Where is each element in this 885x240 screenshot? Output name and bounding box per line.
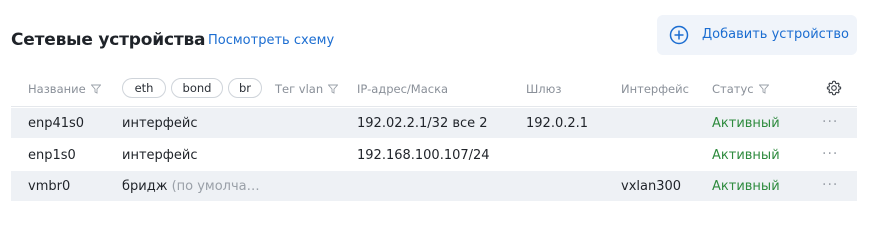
cell-type-note: (по умолча… — [171, 179, 260, 194]
column-vlan-tag[interactable]: Тег vlan — [275, 82, 339, 96]
cell-interface: vxlan300 — [621, 179, 682, 194]
funnel-icon[interactable] — [328, 84, 339, 94]
page-header: Сетевые устройства Посмотреть схему Доба… — [0, 0, 885, 70]
view-scheme-link[interactable]: Посмотреть схему — [208, 33, 334, 48]
column-gateway: Шлюз — [526, 82, 562, 96]
row-more-icon[interactable]: ··· — [822, 114, 838, 130]
filter-chip-eth[interactable]: eth — [122, 78, 166, 98]
table-header: Название eth bond br Тег vlan IP-адрес/М… — [11, 75, 857, 107]
cell-type: интерфейс — [122, 148, 198, 163]
cell-type: бридж (по умолча… — [122, 179, 260, 194]
column-status-label: Статус — [712, 82, 754, 96]
add-device-label: Добавить устройство — [702, 27, 849, 42]
column-interface: Интерфейс — [621, 82, 689, 96]
cell-type-label: бридж — [122, 179, 168, 194]
status-badge: Активный — [712, 116, 780, 131]
status-badge: Активный — [712, 148, 780, 163]
table-row[interactable]: enp1s0 интерфейс 192.168.100.107/24 Акти… — [11, 140, 857, 171]
cell-name: vmbr0 — [28, 179, 71, 194]
status-badge: Активный — [712, 179, 780, 194]
column-ip: IP-адрес/Маска — [357, 82, 449, 96]
table-row[interactable]: vmbr0 бридж (по умолча… vxlan300 Активны… — [11, 171, 857, 202]
cell-ip: 192.02.2.1/32 все 2 — [357, 116, 488, 131]
cell-name: enp41s0 — [28, 116, 85, 131]
plus-circle-icon — [669, 25, 689, 45]
add-device-button[interactable]: Добавить устройство — [657, 15, 857, 55]
column-name-label: Название — [28, 82, 86, 96]
row-more-icon[interactable]: ··· — [822, 146, 838, 162]
page-title: Сетевые устройства — [11, 30, 206, 50]
column-status[interactable]: Статус — [712, 82, 769, 96]
cell-name: enp1s0 — [28, 148, 76, 163]
column-vlan-tag-label: Тег vlan — [275, 82, 324, 96]
cell-type: интерфейс — [122, 116, 198, 131]
funnel-icon[interactable] — [758, 84, 769, 94]
row-more-icon[interactable]: ··· — [822, 177, 838, 193]
filter-chip-bond[interactable]: bond — [171, 78, 223, 98]
column-name[interactable]: Название — [28, 82, 101, 96]
funnel-icon[interactable] — [90, 84, 101, 94]
table-row[interactable]: enp41s0 интерфейс 192.02.2.1/32 все 2 19… — [11, 108, 857, 139]
filter-chip-br[interactable]: br — [228, 78, 262, 98]
cell-ip: 192.168.100.107/24 — [357, 148, 490, 163]
gear-icon[interactable] — [826, 80, 842, 96]
cell-gateway: 192.0.2.1 — [526, 116, 589, 131]
